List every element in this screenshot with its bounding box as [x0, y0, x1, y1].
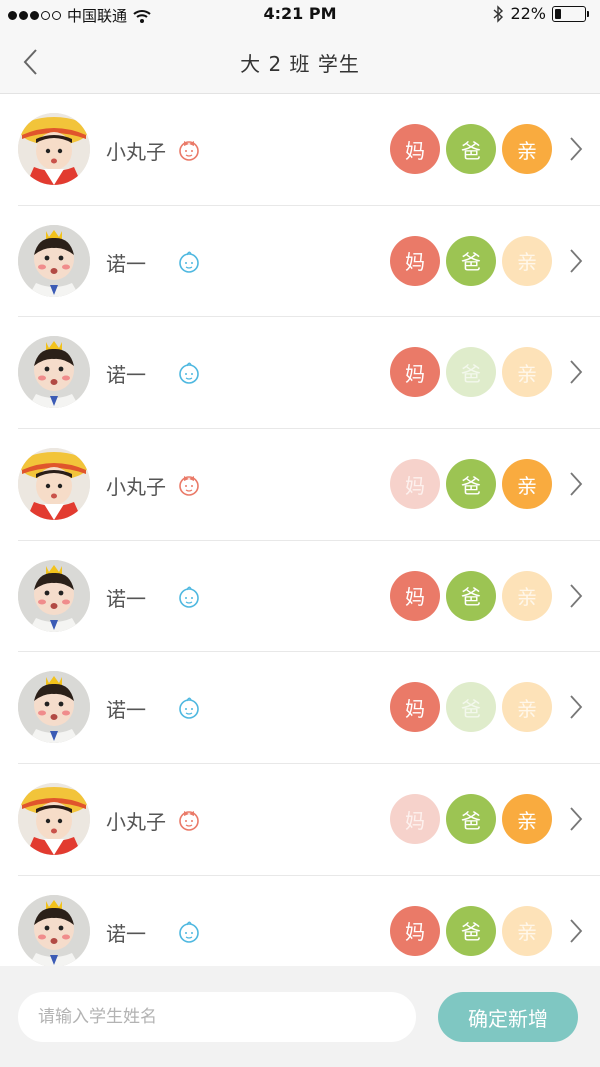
student-name: 诺一	[106, 363, 146, 388]
student-avatar	[18, 671, 90, 744]
parent-badges: 妈 爸 亲	[390, 794, 552, 845]
dad-badge[interactable]: 爸	[446, 905, 496, 956]
parent-badges: 妈 爸 亲	[390, 682, 552, 733]
chevron-right-icon[interactable]	[568, 694, 584, 720]
mom-badge[interactable]: 妈	[390, 570, 440, 621]
student-avatar	[18, 336, 90, 409]
student-row[interactable]: 小丸子 妈 爸 亲	[0, 94, 600, 206]
chevron-right-icon[interactable]	[568, 248, 584, 274]
mom-badge[interactable]: 妈	[390, 459, 440, 510]
student-name: 小丸子	[106, 810, 166, 835]
student-name: 小丸子	[106, 475, 166, 500]
parent-badges: 妈 爸 亲	[390, 235, 552, 286]
parent-badges: 妈 爸 亲	[390, 459, 552, 510]
student-avatar	[18, 113, 90, 185]
relative-badge[interactable]: 亲	[502, 570, 552, 621]
student-name: 诺一	[106, 698, 146, 723]
bluetooth-icon	[493, 4, 504, 23]
relative-badge[interactable]: 亲	[502, 682, 552, 733]
girl-icon	[179, 811, 199, 831]
dad-badge[interactable]: 爸	[446, 347, 496, 398]
parent-badges: 妈 爸 亲	[390, 570, 552, 621]
chevron-right-icon[interactable]	[568, 359, 584, 385]
mom-badge[interactable]: 妈	[390, 347, 440, 398]
parent-badges: 妈 爸 亲	[390, 124, 552, 174]
status-right: 22%	[492, 4, 589, 23]
relative-badge[interactable]: 亲	[502, 794, 552, 845]
student-avatar	[18, 448, 90, 521]
mom-badge[interactable]: 妈	[390, 794, 440, 845]
student-list: 小丸子 妈 爸 亲 诺一 妈 爸 亲 诺一 妈 爸 亲 小丸子 妈 爸 亲 诺一…	[0, 94, 600, 966]
relative-badge[interactable]: 亲	[502, 347, 552, 398]
student-avatar	[18, 559, 90, 632]
boy-icon	[179, 362, 199, 385]
student-row[interactable]: 小丸子 妈 爸 亲	[0, 764, 600, 876]
battery-fill	[555, 8, 562, 19]
student-avatar	[18, 224, 90, 297]
dad-badge[interactable]: 爸	[446, 235, 496, 286]
status-bar: 中国联通 4:21 PM 22%	[0, 0, 600, 30]
boy-icon	[179, 921, 199, 943]
mom-badge[interactable]: 妈	[390, 235, 440, 286]
student-row[interactable]: 小丸子 妈 爸 亲	[0, 429, 600, 541]
confirm-add-button[interactable]: 确定新增	[438, 992, 578, 1042]
student-avatar	[18, 783, 90, 856]
mom-badge[interactable]: 妈	[390, 905, 440, 956]
student-row[interactable]: 诺一 妈 爸 亲	[0, 206, 600, 318]
student-row[interactable]: 诺一 妈 爸 亲	[0, 317, 600, 429]
dad-badge[interactable]: 爸	[446, 124, 496, 174]
parent-badges: 妈 爸 亲	[390, 347, 552, 398]
student-name: 诺一	[106, 586, 146, 611]
relative-badge[interactable]: 亲	[502, 235, 552, 286]
page-title: 大 2 班 学生	[240, 52, 360, 76]
chevron-right-icon[interactable]	[568, 583, 584, 609]
student-name: 诺一	[106, 921, 146, 946]
student-row[interactable]: 诺一 妈 爸 亲	[0, 541, 600, 653]
navigation-bar: 大 2 班 学生	[0, 30, 600, 94]
mom-badge[interactable]: 妈	[390, 682, 440, 733]
girl-icon	[179, 141, 199, 161]
student-name: 小丸子	[106, 140, 166, 164]
boy-icon	[179, 697, 199, 720]
battery-icon	[552, 5, 589, 22]
chevron-right-icon[interactable]	[568, 918, 584, 944]
chevron-right-icon[interactable]	[568, 136, 584, 162]
boy-icon	[179, 251, 199, 273]
chevron-right-icon[interactable]	[568, 471, 584, 497]
student-name: 诺一	[106, 251, 146, 276]
relative-badge[interactable]: 亲	[502, 905, 552, 956]
relative-badge[interactable]: 亲	[502, 459, 552, 510]
mom-badge[interactable]: 妈	[390, 124, 440, 174]
chevron-right-icon[interactable]	[568, 806, 584, 832]
dad-badge[interactable]: 爸	[446, 794, 496, 845]
student-row[interactable]: 诺一 妈 爸 亲	[0, 652, 600, 764]
dad-badge[interactable]: 爸	[446, 682, 496, 733]
student-avatar	[18, 894, 90, 966]
parent-badges: 妈 爸 亲	[390, 905, 552, 956]
boy-icon	[179, 586, 199, 608]
bottom-bar: 确定新增	[0, 966, 600, 1067]
relative-badge[interactable]: 亲	[502, 124, 552, 174]
girl-icon	[179, 476, 199, 496]
dad-badge[interactable]: 爸	[446, 459, 496, 510]
student-name-input[interactable]	[18, 992, 416, 1042]
battery-percent: 22%	[510, 4, 546, 23]
student-row[interactable]: 诺一 妈 爸 亲	[0, 876, 600, 966]
dad-badge[interactable]: 爸	[446, 570, 496, 621]
